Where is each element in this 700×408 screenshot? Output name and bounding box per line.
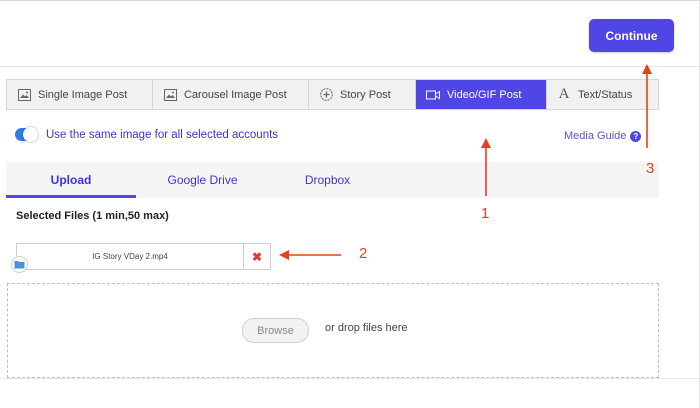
tab-story-post[interactable]: Story Post xyxy=(309,80,416,109)
browse-button[interactable]: Browse xyxy=(242,318,309,343)
header-divider xyxy=(0,66,700,67)
image-icon xyxy=(17,88,31,102)
tab-upload[interactable]: Upload xyxy=(6,162,136,198)
tab-carousel-image-post[interactable]: Carousel Image Post xyxy=(153,80,309,109)
drop-hint: or drop files here xyxy=(325,322,408,334)
continue-button[interactable]: Continue xyxy=(589,19,674,52)
selected-files-heading: Selected Files (1 min,50 max) xyxy=(16,210,169,222)
tab-dropbox[interactable]: Dropbox xyxy=(269,162,386,198)
plus-circle-icon xyxy=(319,88,333,102)
tab-text-status[interactable]: A Text/Status xyxy=(547,80,658,109)
annotation-arrowhead-2 xyxy=(279,250,289,260)
tab-label: Text/Status xyxy=(578,88,633,101)
toggle-knob xyxy=(23,127,38,142)
video-icon xyxy=(426,88,440,102)
bottom-divider xyxy=(0,378,700,379)
image-icon xyxy=(163,88,177,102)
same-image-label: Use the same image for all selected acco… xyxy=(46,129,279,141)
annotation-label-2: 2 xyxy=(359,245,368,262)
annotation-label-1: 1 xyxy=(481,205,490,222)
tab-label: Carousel Image Post xyxy=(184,88,287,101)
media-guide-link[interactable]: Media Guide ? xyxy=(564,130,642,142)
folder-icon xyxy=(11,256,28,273)
annotation-label-3: 3 xyxy=(646,160,655,177)
tab-label: Single Image Post xyxy=(38,88,128,101)
media-guide-label: Media Guide xyxy=(564,130,627,142)
file-name: IG Story VDay 2.mp4 xyxy=(17,244,244,269)
tab-label: Story Post xyxy=(340,88,391,101)
close-icon: ✖ xyxy=(251,249,263,264)
tab-google-drive[interactable]: Google Drive xyxy=(136,162,269,198)
remove-file-button[interactable]: ✖ xyxy=(244,244,270,269)
tab-video-gif-post[interactable]: Video/GIF Post xyxy=(416,80,547,109)
file-item: IG Story VDay 2.mp4 ✖ xyxy=(16,243,271,270)
top-border xyxy=(0,0,700,1)
help-icon: ? xyxy=(630,130,642,142)
same-image-toggle[interactable] xyxy=(15,127,38,142)
tab-single-image-post[interactable]: Single Image Post xyxy=(7,80,153,109)
text-icon: A xyxy=(558,86,570,102)
tab-label: Video/GIF Post xyxy=(447,88,522,101)
annotation-arrowhead-1 xyxy=(481,138,491,148)
post-type-tabs: Single Image Post Carousel Image Post St… xyxy=(6,79,659,110)
source-tabs: Upload Google Drive Dropbox xyxy=(6,162,659,198)
